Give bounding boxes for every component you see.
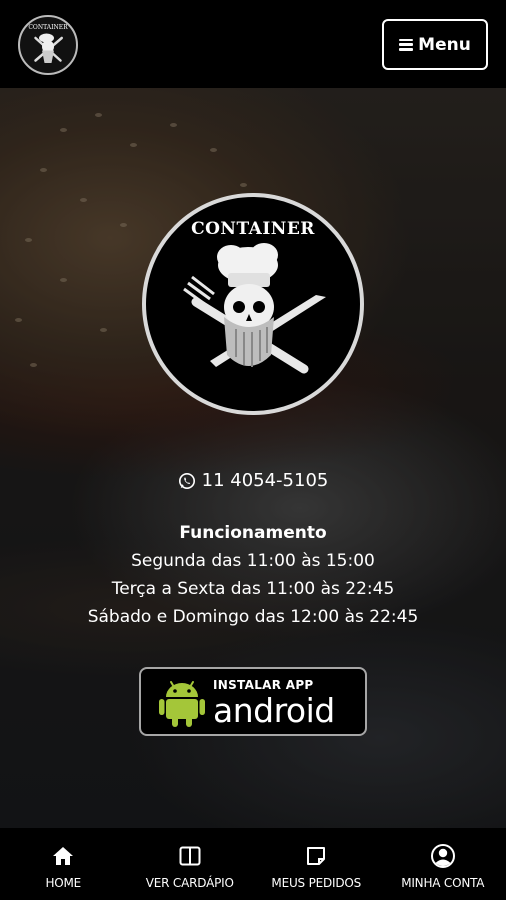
logo-text: CONTAINER [191,219,315,239]
menu-book-icon [178,844,202,868]
nav-home[interactable]: HOME [0,828,127,900]
restaurant-main-logo: CONTAINER [142,193,364,415]
hours-title: Funcionamento [179,523,327,543]
restaurant-logo[interactable]: CONTAINER [18,15,78,75]
menu-button[interactable]: Menu [382,19,488,70]
nav-ver-cardapio[interactable]: VER CARDÁPIO [127,828,254,900]
install-android-app-button[interactable]: INSTALAR APP android [139,667,367,736]
hamburger-icon [399,38,414,51]
hours-line: Sábado e Domingo das 12:00 às 22:45 [87,607,419,627]
orders-icon [304,844,328,868]
nav-label: VER CARDÁPIO [145,876,234,890]
android-label: android [213,691,335,730]
bottom-navigation: HOME VER CARDÁPIO MEUS PEDIDOS MINHA CON… [0,828,506,900]
nav-label: MINHA CONTA [401,876,485,890]
home-icon [51,844,75,868]
top-bar: CONTAINER Menu [0,0,506,88]
chef-skull-icon [183,243,326,374]
whatsapp-icon [178,472,195,489]
hours-line: Terça a Sexta das 11:00 às 22:45 [111,579,395,599]
hours-line: Segunda das 11:00 às 15:00 [131,551,375,571]
nav-minha-conta[interactable]: MINHA CONTA [380,828,506,900]
nav-label: HOME [45,876,82,890]
nav-meus-pedidos[interactable]: MEUS PEDIDOS [253,828,380,900]
install-app-label: INSTALAR APP [213,678,314,692]
android-robot-icon [159,681,205,727]
logo-text: CONTAINER [28,24,68,31]
nav-label: MEUS PEDIDOS [271,876,362,890]
user-icon [430,844,455,868]
phone-contact[interactable]: 11 4054-5105 [0,470,506,491]
menu-label: Menu [418,34,471,55]
phone-number: 11 4054-5105 [201,470,329,491]
